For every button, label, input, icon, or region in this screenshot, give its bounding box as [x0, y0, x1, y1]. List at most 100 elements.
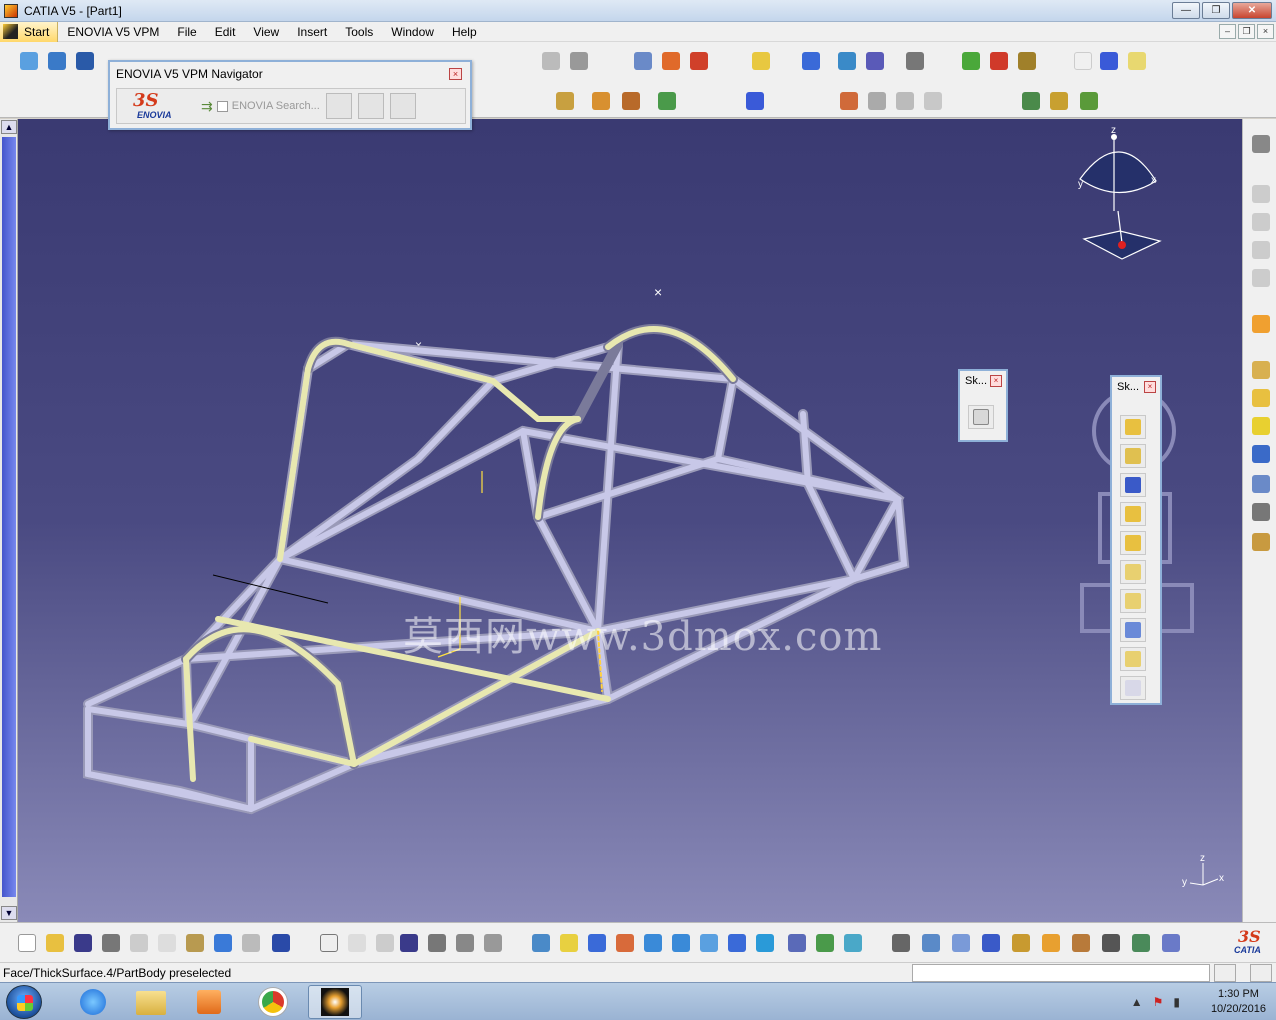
prism-side-icon[interactable]: [1252, 417, 1270, 435]
hierarchy-icon[interactable]: [482, 932, 504, 954]
knowledge-icon[interactable]: [374, 932, 396, 954]
sketch-panel-small-close[interactable]: ×: [990, 375, 1002, 387]
polyline-icon[interactable]: [744, 90, 766, 112]
point-tool-icon[interactable]: [1120, 618, 1146, 642]
circle-tool-icon[interactable]: [1120, 473, 1146, 497]
grid-pattern-icon[interactable]: [864, 50, 886, 72]
sketch-icon[interactable]: [968, 405, 994, 429]
fillet-icon[interactable]: [922, 90, 944, 112]
tool-b-icon[interactable]: [1252, 213, 1270, 231]
multi-section-icon[interactable]: [838, 90, 860, 112]
frame-tubes[interactable]: [83, 324, 910, 815]
taskbar-catia[interactable]: [308, 985, 362, 1019]
maximize-button[interactable]: ❐: [1202, 2, 1230, 19]
snap-point-icon[interactable]: [904, 50, 926, 72]
rectangle-icon[interactable]: [1120, 444, 1146, 468]
table-icon[interactable]: [398, 932, 420, 954]
tray-flag-icon[interactable]: ⚑: [1153, 995, 1164, 1009]
workbench-g-icon[interactable]: [1100, 932, 1122, 954]
navigator-props-button[interactable]: [325, 93, 352, 119]
profile-icon[interactable]: [1120, 415, 1146, 439]
navigator-close-button[interactable]: ×: [449, 68, 462, 80]
comment-icon[interactable]: [346, 932, 368, 954]
measure-icon[interactable]: [688, 50, 710, 72]
normal-view-icon[interactable]: [698, 932, 720, 954]
scroll-thumb[interactable]: [2, 137, 16, 897]
catia-app-icon[interactable]: [4, 3, 18, 18]
whats-this-icon[interactable]: [74, 50, 96, 72]
command-input[interactable]: [912, 964, 1210, 982]
solid-red-icon[interactable]: [988, 50, 1010, 72]
sketch-panel-small[interactable]: Sk... ×: [958, 369, 1008, 442]
scroll-up-arrow-icon[interactable]: ▲: [1, 120, 17, 134]
workbench-b-icon[interactable]: [950, 932, 972, 954]
text-abc-icon[interactable]: [632, 50, 654, 72]
plane-icon[interactable]: [1126, 50, 1148, 72]
point-icon[interactable]: [1072, 50, 1094, 72]
sketch-panel-large[interactable]: Sk... ×: [1110, 375, 1162, 705]
menu-file[interactable]: File: [168, 22, 205, 42]
enovia-navigator-panel[interactable]: ENOVIA V5 VPM Navigator × 3S ENOVIA ⇉ EN…: [108, 60, 472, 130]
solid-mixed-icon[interactable]: [1016, 50, 1038, 72]
line-icon[interactable]: [1098, 50, 1120, 72]
surface-side-icon[interactable]: [1252, 445, 1270, 463]
axis-system-icon[interactable]: [800, 50, 822, 72]
fit-all-icon[interactable]: [558, 932, 580, 954]
undo-icon[interactable]: [212, 932, 234, 954]
chamfer-tool-icon[interactable]: [1120, 676, 1146, 700]
spline-tool-icon[interactable]: [1120, 502, 1146, 526]
line-tool-icon[interactable]: [1120, 560, 1146, 584]
workbench-i-icon[interactable]: [1160, 932, 1182, 954]
conic-tool-icon[interactable]: [1120, 531, 1146, 555]
open-file-icon[interactable]: [44, 932, 66, 954]
taskbar-explorer[interactable]: [124, 985, 178, 1019]
zoom-in-icon[interactable]: [642, 932, 664, 954]
layer-icon[interactable]: [750, 50, 772, 72]
lock-icon[interactable]: [454, 932, 476, 954]
mdi-close-button[interactable]: ×: [1257, 24, 1274, 39]
assembly-side-icon[interactable]: [1252, 475, 1270, 493]
print-icon[interactable]: [100, 932, 122, 954]
analysis-icon[interactable]: [1020, 90, 1042, 112]
workbench-a-icon[interactable]: [920, 932, 942, 954]
tool-a-icon[interactable]: [1252, 185, 1270, 203]
blend-icon[interactable]: [894, 90, 916, 112]
navigator-refresh-button[interactable]: [357, 93, 384, 119]
compass-icon[interactable]: [1079, 134, 1162, 260]
swap-visible-icon[interactable]: [842, 932, 864, 954]
tray-up-arrow-icon[interactable]: ▲: [1131, 995, 1143, 1009]
redo-icon[interactable]: [240, 932, 262, 954]
tool-c-icon[interactable]: [1252, 241, 1270, 259]
enovia-search[interactable]: ⇉ ENOVIA Search...: [201, 98, 320, 115]
menu-view[interactable]: View: [244, 22, 288, 42]
3d-wireframe-icon[interactable]: [18, 50, 40, 72]
menu-tools[interactable]: Tools: [336, 22, 382, 42]
pocket-icon[interactable]: [590, 90, 612, 112]
menu-enovia[interactable]: ENOVIA V5 VPM: [58, 22, 168, 42]
box-side-icon[interactable]: [1252, 389, 1270, 407]
formula-icon[interactable]: [318, 932, 340, 954]
sketcher-gear-icon[interactable]: [1252, 135, 1270, 153]
product-structure-icon[interactable]: [46, 50, 68, 72]
pad-side-icon[interactable]: [1252, 361, 1270, 379]
multi-view-icon[interactable]: [726, 932, 748, 954]
fly-mode-icon[interactable]: [530, 932, 552, 954]
hide-show-icon[interactable]: [814, 932, 836, 954]
clock[interactable]: 1:30 PM 10/20/2016: [1211, 987, 1266, 1017]
menu-help[interactable]: Help: [443, 22, 486, 42]
enovia-search-checkbox[interactable]: [216, 100, 228, 112]
pan-icon[interactable]: [586, 932, 608, 954]
new-file-icon[interactable]: [16, 932, 38, 954]
taskbar-media[interactable]: [182, 985, 236, 1019]
sketch-grid-icon[interactable]: [540, 50, 562, 72]
sketch-panel-large-close[interactable]: ×: [1144, 381, 1156, 393]
windows-start-button[interactable]: [6, 985, 42, 1019]
menu-insert[interactable]: Insert: [288, 22, 336, 42]
tool-d-icon[interactable]: [1252, 269, 1270, 287]
status-button-1[interactable]: [1214, 964, 1236, 982]
shading-icon[interactable]: [786, 932, 808, 954]
part-side-icon[interactable]: [1252, 533, 1270, 551]
save-icon[interactable]: [72, 932, 94, 954]
axis-tool-icon[interactable]: [1120, 589, 1146, 613]
sweep-icon[interactable]: [656, 90, 678, 112]
